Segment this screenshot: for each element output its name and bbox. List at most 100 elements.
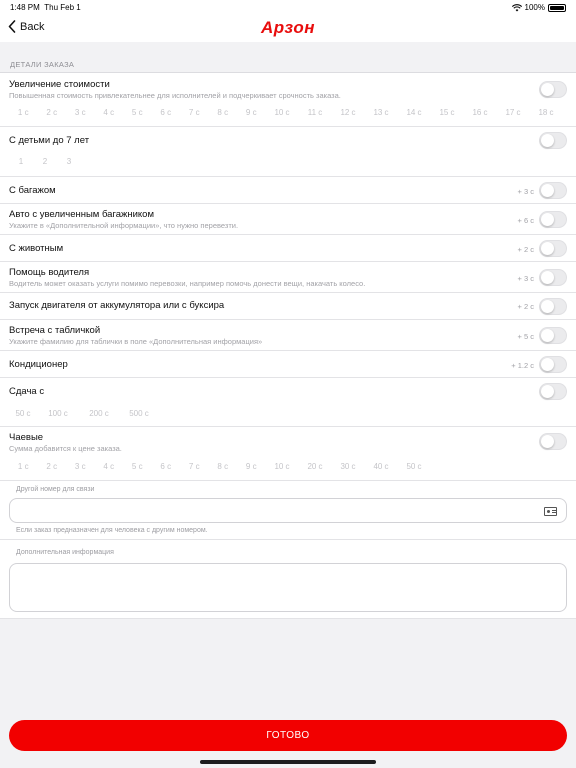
animal-toggle[interactable] — [539, 240, 567, 257]
chip[interactable]: 8 с — [209, 108, 238, 117]
row-price: + 3 с — [517, 274, 534, 283]
air-conditioner-toggle[interactable] — [539, 356, 567, 373]
chip[interactable]: 2 — [33, 157, 57, 166]
row-title: Чаевые — [9, 432, 44, 443]
row-subtitle: Водитель может оказать услуги помимо пер… — [9, 279, 366, 288]
chip[interactable]: 10 с — [266, 108, 299, 117]
change-toggle[interactable] — [539, 383, 567, 400]
chip[interactable]: 7 с — [180, 108, 209, 117]
big-trunk-toggle[interactable] — [539, 211, 567, 228]
wifi-icon — [511, 3, 522, 11]
home-indicator — [200, 760, 376, 764]
chip[interactable]: 13 с — [365, 108, 398, 117]
chip[interactable]: 200 с — [79, 409, 119, 418]
extra-info-textarea[interactable] — [9, 563, 567, 612]
chip[interactable]: 5 с — [123, 108, 152, 117]
row-subtitle: Сумма добавится к цене заказа. — [9, 444, 122, 453]
chip[interactable]: 6 с — [152, 108, 181, 117]
chip[interactable]: 2 с — [38, 462, 67, 471]
chip[interactable]: 40 с — [365, 462, 398, 471]
chip[interactable]: 17 с — [497, 108, 530, 117]
row-price: + 6 с — [517, 216, 534, 225]
status-right: 100% — [511, 3, 566, 12]
chip[interactable]: 50 с — [398, 462, 431, 471]
chip[interactable]: 100 с — [37, 409, 79, 418]
row-title: Помощь водителя — [9, 267, 90, 278]
row-price: + 3 с — [517, 187, 534, 196]
row-price: + 2 с — [517, 245, 534, 254]
chip[interactable]: 5 с — [123, 462, 152, 471]
row-engine-start: Запуск двигателя от аккумулятора или с б… — [0, 293, 576, 320]
engine-start-toggle[interactable] — [539, 298, 567, 315]
row-title: С животным — [9, 243, 64, 254]
row-title: Кондиционер — [9, 359, 68, 370]
chip[interactable]: 9 с — [237, 108, 266, 117]
price-increase-toggle[interactable] — [539, 81, 567, 98]
row-tips: Чаевые Сумма добавится к цене заказа. 1 … — [0, 427, 576, 481]
chip[interactable]: 1 — [9, 157, 33, 166]
chip[interactable]: 1 с — [9, 108, 38, 117]
row-title: Запуск двигателя от аккумулятора или с б… — [9, 300, 225, 311]
chip[interactable]: 4 с — [95, 462, 124, 471]
chip[interactable]: 30 с — [332, 462, 365, 471]
driver-help-toggle[interactable] — [539, 269, 567, 286]
row-price: + 5 с — [517, 332, 534, 341]
contact-card-icon[interactable] — [544, 507, 557, 516]
row-title: Увеличение стоимости — [9, 79, 110, 90]
change-chips: 50 с 100 с 200 с 500 с — [9, 409, 159, 418]
chip[interactable]: 11 с — [299, 108, 332, 117]
sign-meeting-toggle[interactable] — [539, 327, 567, 344]
other-phone-input[interactable] — [9, 498, 567, 523]
row-sign-meeting: Встреча с табличкой Укажите фамилию для … — [0, 320, 576, 351]
chip[interactable]: 50 с — [9, 409, 37, 418]
chip[interactable]: 10 с — [266, 462, 299, 471]
chip[interactable]: 20 с — [299, 462, 332, 471]
children-chips: 1 2 3 — [9, 157, 81, 166]
status-time: 1:48 PM Thu Feb 1 — [10, 3, 81, 12]
chip[interactable]: 500 с — [119, 409, 159, 418]
row-price: + 2 с — [517, 302, 534, 311]
row-title: С багажом — [9, 185, 56, 196]
chip[interactable]: 9 с — [237, 462, 266, 471]
luggage-toggle[interactable] — [539, 182, 567, 199]
chip[interactable]: 3 с — [66, 108, 95, 117]
section-header: ДЕТАЛИ ЗАКАЗА — [10, 60, 75, 69]
chip[interactable]: 1 с — [9, 462, 38, 471]
chip[interactable]: 16 с — [464, 108, 497, 117]
row-title: Встреча с табличкой — [9, 325, 101, 336]
row-animal: С животным + 2 с — [0, 235, 576, 262]
row-big-trunk: Авто с увеличенным багажником Укажите в … — [0, 204, 576, 235]
status-bar: 1:48 PM Thu Feb 1 100% — [0, 0, 576, 14]
other-phone-label: Другой номер для связи — [16, 486, 95, 493]
chip[interactable]: 8 с — [209, 462, 238, 471]
chip[interactable]: 14 с — [398, 108, 431, 117]
row-children: С детьми до 7 лет 1 2 3 — [0, 127, 576, 177]
chip[interactable]: 12 с — [332, 108, 365, 117]
row-other-phone: Другой номер для связи Если заказ предна… — [0, 481, 576, 540]
chip[interactable]: 7 с — [180, 462, 209, 471]
chip[interactable]: 6 с — [152, 462, 181, 471]
chip[interactable]: 2 с — [38, 108, 67, 117]
row-air-conditioner: Кондиционер + 1.2 с — [0, 351, 576, 378]
chip[interactable]: 3 с — [66, 462, 95, 471]
children-toggle[interactable] — [539, 132, 567, 149]
battery-percent: 100% — [524, 3, 545, 12]
row-subtitle: Повышенная стоимость привлекательнее для… — [9, 91, 341, 100]
other-phone-hint: Если заказ предназначен для человека с д… — [16, 527, 208, 534]
chip[interactable]: 15 с — [431, 108, 464, 117]
row-driver-help: Помощь водителя Водитель может оказать у… — [0, 262, 576, 293]
row-extra-info: Дополнительная информация — [0, 540, 576, 619]
row-luggage: С багажом + 3 с — [0, 177, 576, 204]
tips-toggle[interactable] — [539, 433, 567, 450]
row-subtitle: Укажите в «Дополнительной информации», ч… — [9, 221, 239, 230]
chip[interactable]: 4 с — [95, 108, 124, 117]
tips-chips: 1 с 2 с 3 с 4 с 5 с 6 с 7 с 8 с 9 с 10 с… — [9, 462, 431, 471]
battery-icon — [548, 3, 566, 12]
row-price-increase: Увеличение стоимости Повышенная стоимост… — [0, 73, 576, 127]
extra-info-label: Дополнительная информация — [16, 549, 114, 556]
chip[interactable]: 18 с — [530, 108, 563, 117]
done-button[interactable]: ГОТОВО — [9, 720, 567, 751]
row-subtitle: Укажите фамилию для таблички в поле «Доп… — [9, 337, 263, 346]
chip[interactable]: 3 — [57, 157, 81, 166]
navigation-bar: Back Арзон — [0, 14, 576, 42]
